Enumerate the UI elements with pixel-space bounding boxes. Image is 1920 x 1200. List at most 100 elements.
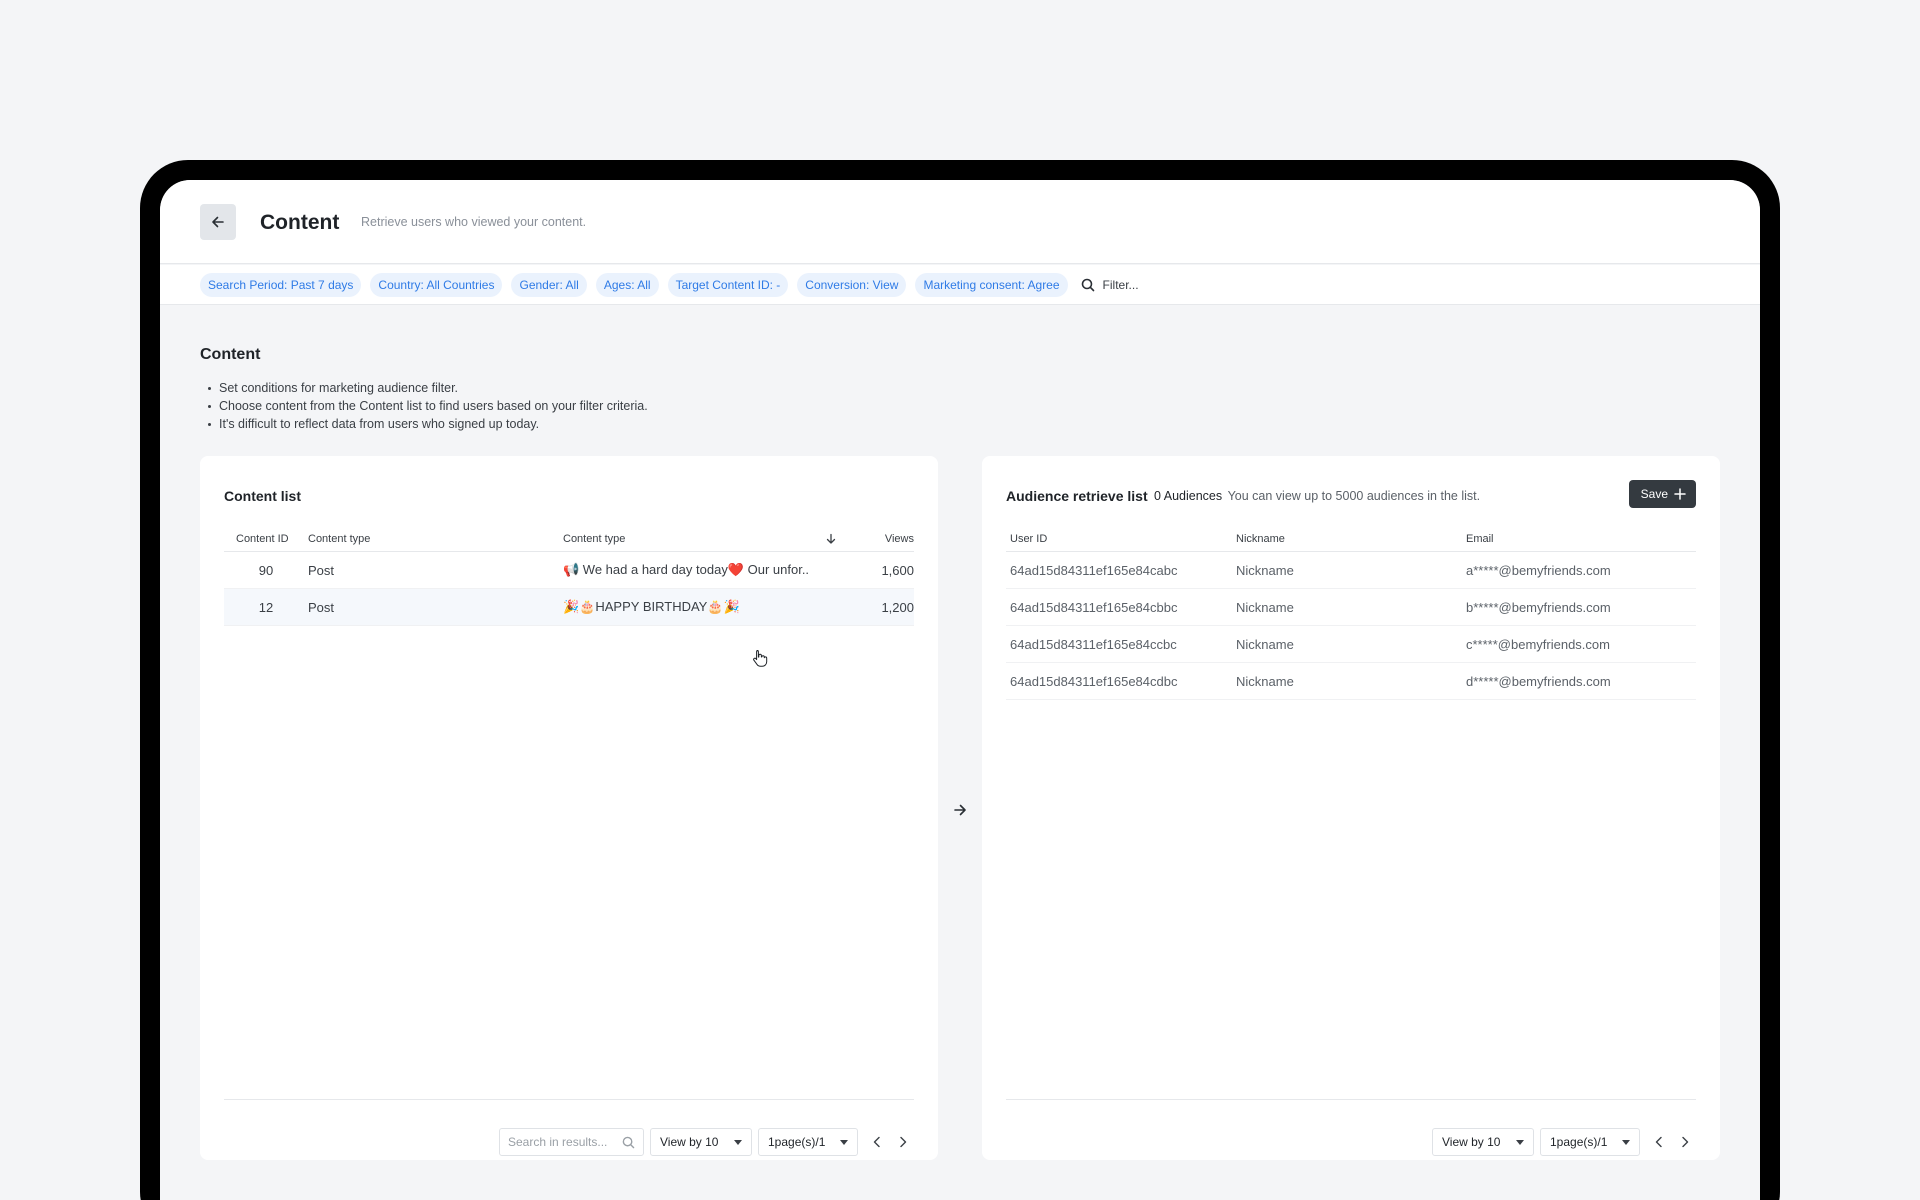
cell-nickname: Nickname [1236,673,1294,689]
caret-down-icon [1516,1139,1524,1145]
device-frame: Content Retrieve users who viewed your c… [140,160,1780,1200]
filter-search-input[interactable] [1102,277,1223,292]
audience-count: 0 Audiences [1154,489,1223,503]
panel-divider [1006,1099,1696,1100]
view-by-select[interactable]: View by 10 [650,1128,752,1156]
cell-content-title: 📢 We had a hard day today❤️ Our unfor.. [563,562,810,577]
filter-chip-country[interactable]: Country: All Countries [370,272,503,297]
filter-chip-target-content-id[interactable]: Target Content ID: - [667,272,789,297]
content-list-title: Content list [224,488,301,504]
next-page-button[interactable] [1672,1128,1698,1156]
audience-meta: 0 Audiences You can view up to 5000 audi… [1154,489,1480,503]
prev-page-button[interactable] [1646,1128,1672,1156]
column-header-email[interactable]: Email [1466,533,1696,545]
table-row[interactable]: 64ad15d84311ef165e84ccbc Nickname c*****… [1006,626,1696,663]
back-button[interactable] [200,204,236,240]
panel-divider [224,1099,914,1100]
transfer-arrow[interactable] [948,798,972,822]
column-header-content-title: Content type [563,533,843,545]
next-page-button[interactable] [890,1128,916,1156]
plus-icon [1674,488,1686,500]
column-header-content-type[interactable]: Content type [308,533,563,545]
table-header: Content ID Content type Content type Vie… [224,526,914,552]
column-header-content-id[interactable]: Content ID [224,533,308,545]
page-subtitle: Retrieve users who viewed your content. [361,215,587,229]
filter-chip-search-period[interactable]: Search Period: Past 7 days [200,272,362,297]
filter-bar: Search Period: Past 7 days Country: All … [160,265,1760,305]
table-header: User ID Nickname Email [1006,526,1696,552]
table-row[interactable]: 90 Post 📢 We had a hard day today❤️ Our … [224,552,914,589]
chevron-right-icon [900,1136,907,1148]
cell-content-title: 🎉🎂HAPPY BIRTHDAY🎂🎉 [563,599,740,614]
view-by-value: View by 10 [660,1135,719,1149]
cell-nickname: Nickname [1236,599,1294,615]
column-header-views[interactable]: Views [843,533,914,545]
page-select[interactable]: 1page(s)/1 [1540,1128,1640,1156]
content-pagination: Search in results... View by 10 1page(s)… [499,1128,916,1156]
column-header-user-id[interactable]: User ID [1006,533,1236,545]
cell-content-id: 90 [258,562,274,578]
filter-chip-marketing-consent[interactable]: Marketing consent: Agree [915,272,1068,297]
cell-user-id: 64ad15d84311ef165e84cbbc [1010,599,1178,615]
page-select[interactable]: 1page(s)/1 [758,1128,858,1156]
view-by-select[interactable]: View by 10 [1432,1128,1534,1156]
search-icon [1081,278,1094,291]
cell-nickname: Nickname [1236,636,1294,652]
audience-list-title: Audience retrieve list [1006,488,1148,504]
page-value: 1page(s)/1 [1550,1135,1608,1149]
content-list-panel: Content list Content ID Content type Con… [200,456,938,1160]
cell-content-type: Post [308,562,335,578]
page-title: Content [260,211,340,234]
cell-email: d*****@bemyfriends.com [1466,673,1611,689]
cell-user-id: 64ad15d84311ef165e84cabc [1010,562,1178,578]
instruction-item: Set conditions for marketing audience fi… [200,379,648,397]
page-header: Content Retrieve users who viewed your c… [160,180,1760,264]
prev-page-button[interactable] [864,1128,890,1156]
column-header-nickname[interactable]: Nickname [1236,533,1466,545]
arrow-right-icon [954,804,966,816]
chevron-right-icon [1682,1136,1689,1148]
table-row[interactable]: 64ad15d84311ef165e84cbbc Nickname b*****… [1006,589,1696,626]
search-icon [622,1136,635,1148]
cell-email: c*****@bemyfriends.com [1466,636,1610,652]
instruction-list: Set conditions for marketing audience fi… [200,379,648,433]
results-search-placeholder: Search in results... [508,1135,608,1149]
view-by-value: View by 10 [1442,1135,1501,1149]
audience-note: You can view up to 5000 audiences in the… [1227,489,1481,503]
cell-nickname: Nickname [1236,562,1294,578]
hand-cursor-icon [752,649,768,672]
filter-search [1081,277,1223,292]
cell-content-id: 12 [258,599,274,615]
audience-pagination: View by 10 1page(s)/1 [1432,1128,1698,1156]
caret-down-icon [734,1139,742,1145]
section-title: Content [200,346,261,363]
instruction-item: It's difficult to reflect data from user… [200,415,648,433]
cell-views: 1,200 [881,599,914,615]
audience-list-panel: Audience retrieve list 0 Audiences You c… [982,456,1720,1160]
cell-content-type: Post [308,599,335,615]
save-button[interactable]: Save [1628,480,1696,508]
chevron-left-icon [873,1136,880,1148]
cell-user-id: 64ad15d84311ef165e84cdbc [1010,673,1178,689]
arrow-left-icon [212,216,224,228]
filter-chip-ages[interactable]: Ages: All [595,272,659,297]
instruction-item: Choose content from the Content list to … [200,397,648,415]
app-screen: Content Retrieve users who viewed your c… [160,180,1760,1200]
column-header-label[interactable]: Content type [563,533,625,545]
results-search[interactable]: Search in results... [499,1128,644,1156]
caret-down-icon [840,1139,848,1145]
table-row[interactable]: 64ad15d84311ef165e84cabc Nickname a*****… [1006,552,1696,589]
sort-down-icon[interactable] [825,533,837,545]
table-row[interactable]: 12 Post 🎉🎂HAPPY BIRTHDAY🎂🎉 1,200 [224,589,914,626]
cell-views: 1,600 [881,562,914,578]
cell-user-id: 64ad15d84311ef165e84ccbc [1010,636,1177,652]
cell-email: b*****@bemyfriends.com [1466,599,1611,615]
filter-chip-gender[interactable]: Gender: All [511,272,587,297]
filter-chip-conversion[interactable]: Conversion: View [797,272,907,297]
chevron-left-icon [1655,1136,1662,1148]
content-table: Content ID Content type Content type Vie… [224,526,914,626]
save-label: Save [1640,487,1668,501]
page-value: 1page(s)/1 [768,1135,826,1149]
audience-table: User ID Nickname Email 64ad15d84311ef165… [1006,526,1696,700]
table-row[interactable]: 64ad15d84311ef165e84cdbc Nickname d*****… [1006,663,1696,700]
